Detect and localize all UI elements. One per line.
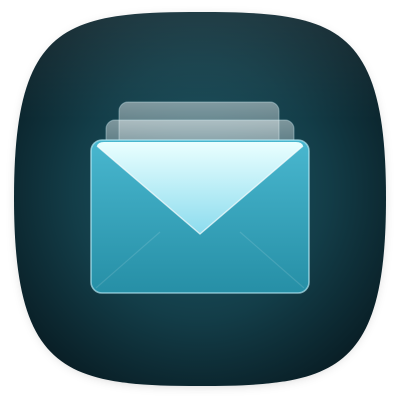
mail-app-icon[interactable] <box>0 0 400 400</box>
mail-icon <box>14 12 386 386</box>
